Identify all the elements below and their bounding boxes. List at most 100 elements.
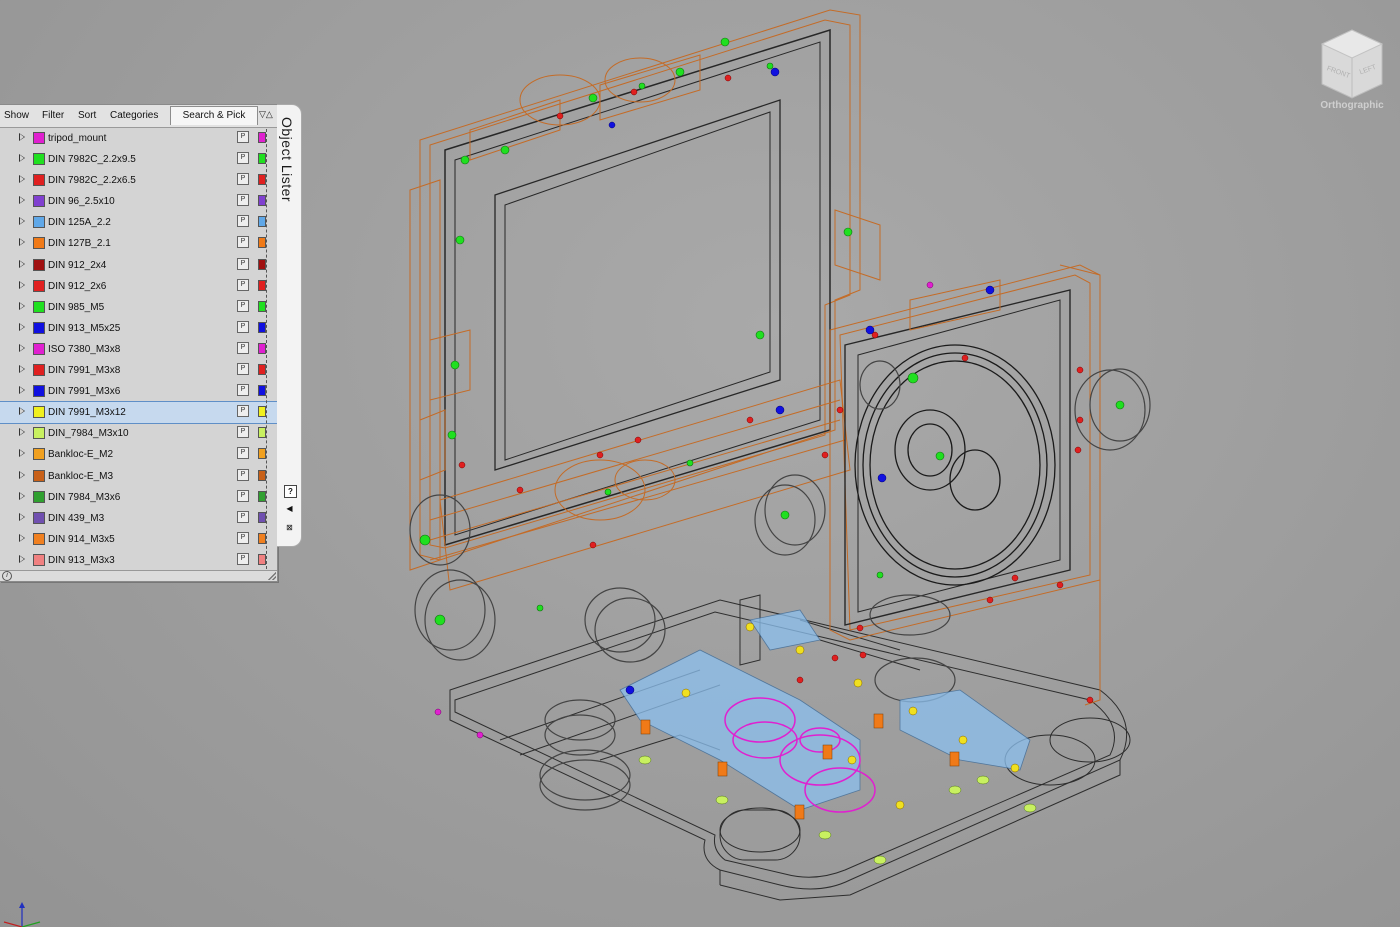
color-picker-box[interactable] — [258, 300, 266, 312]
categories-menu[interactable]: Categories — [110, 110, 158, 121]
list-item[interactable]: Bankloc-E_M3 P — [0, 466, 277, 487]
list-item[interactable]: DIN_7984_M3x10 P — [0, 423, 277, 444]
list-item[interactable]: DIN 912_2x4 P — [0, 255, 277, 276]
expand-triangle-icon[interactable] — [19, 238, 25, 247]
expand-triangle-icon[interactable] — [19, 259, 25, 268]
properties-button[interactable]: P — [237, 236, 249, 249]
list-item[interactable]: DIN 914_M3x5 P — [0, 529, 277, 550]
list-item[interactable]: DIN 127B_2.1 P — [0, 233, 277, 254]
expand-triangle-icon[interactable] — [19, 512, 25, 521]
properties-button[interactable]: P — [237, 173, 249, 186]
expand-triangle-icon[interactable] — [19, 449, 25, 458]
color-picker-box[interactable] — [258, 553, 266, 565]
properties-button[interactable]: P — [237, 447, 249, 460]
properties-button[interactable]: P — [237, 426, 249, 439]
list-item[interactable]: DIN 913_M3x3 P — [0, 550, 277, 571]
expand-triangle-icon[interactable] — [19, 554, 25, 563]
close-icon[interactable]: ⊠ — [284, 522, 295, 533]
filter-menu[interactable]: Filter — [42, 110, 64, 121]
color-picker-box[interactable] — [258, 427, 266, 439]
list-item[interactable]: tripod_mount P — [0, 128, 277, 149]
properties-button[interactable]: P — [237, 131, 249, 143]
info-icon[interactable]: i — [2, 571, 12, 581]
expand-triangle-icon[interactable] — [19, 175, 25, 184]
list-item[interactable]: DIN 913_M5x25 P — [0, 318, 277, 339]
properties-button[interactable]: P — [237, 194, 249, 207]
color-picker-box[interactable] — [258, 237, 266, 249]
expand-triangle-icon[interactable] — [19, 365, 25, 374]
color-picker-box[interactable] — [258, 511, 266, 523]
expand-collapse-arrows-icon[interactable]: ▽△ — [259, 109, 273, 120]
color-picker-box[interactable] — [258, 406, 266, 418]
color-picker-box[interactable] — [258, 532, 266, 544]
properties-button[interactable]: P — [237, 152, 249, 165]
properties-button[interactable]: P — [237, 405, 249, 418]
object-lister-tab[interactable]: Object Lister ? ◀ ⊠ — [277, 104, 302, 547]
list-item[interactable]: Bankloc-E_M2 P — [0, 444, 277, 465]
expand-triangle-icon[interactable] — [19, 301, 25, 310]
projection-mode-label[interactable]: Orthographic — [1316, 100, 1388, 111]
expand-triangle-icon[interactable] — [19, 533, 25, 542]
sort-menu[interactable]: Sort — [78, 110, 96, 121]
properties-button[interactable]: P — [237, 552, 249, 565]
list-item[interactable]: DIN 7991_M3x8 P — [0, 360, 277, 381]
color-picker-box[interactable] — [258, 258, 266, 270]
collapse-icon[interactable]: ◀ — [284, 503, 295, 514]
object-label: Bankloc-E_M2 — [48, 449, 114, 461]
list-item[interactable]: DIN 125A_2.2 P — [0, 212, 277, 233]
color-picker-box[interactable] — [258, 342, 266, 354]
color-picker-box[interactable] — [258, 279, 266, 291]
search-pick-tab[interactable]: Search & Pick — [170, 106, 258, 125]
expand-triangle-icon[interactable] — [19, 407, 25, 416]
object-label: DIN 913_M5x25 — [48, 322, 121, 334]
list-item[interactable]: DIN 7982C_2.2x6.5 P — [0, 170, 277, 191]
properties-button[interactable]: P — [237, 489, 249, 502]
properties-button[interactable]: P — [237, 299, 249, 312]
expand-triangle-icon[interactable] — [19, 491, 25, 500]
color-picker-box[interactable] — [258, 132, 266, 143]
show-menu[interactable]: Show — [4, 110, 29, 121]
expand-triangle-icon[interactable] — [19, 428, 25, 437]
expand-triangle-icon[interactable] — [19, 133, 25, 141]
color-picker-box[interactable] — [258, 469, 266, 481]
color-picker-box[interactable] — [258, 216, 266, 228]
expand-triangle-icon[interactable] — [19, 280, 25, 289]
expand-triangle-icon[interactable] — [19, 386, 25, 395]
expand-triangle-icon[interactable] — [19, 470, 25, 479]
properties-button[interactable]: P — [237, 384, 249, 397]
color-picker-box[interactable] — [258, 364, 266, 376]
properties-button[interactable]: P — [237, 531, 249, 544]
color-picker-box[interactable] — [258, 153, 266, 165]
help-icon[interactable]: ? — [284, 485, 297, 498]
tilt-brackets — [619, 609, 1031, 811]
color-picker-box[interactable] — [258, 385, 266, 397]
list-item[interactable]: DIN 7991_M3x12 P — [0, 401, 278, 425]
list-item[interactable]: DIN 912_2x6 P — [0, 276, 277, 297]
color-picker-box[interactable] — [258, 174, 266, 186]
properties-button[interactable]: P — [237, 257, 249, 270]
color-picker-box[interactable] — [258, 195, 266, 207]
list-item[interactable]: DIN 96_2.5x10 P — [0, 191, 277, 212]
color-picker-box[interactable] — [258, 321, 266, 333]
expand-triangle-icon[interactable] — [19, 217, 25, 226]
list-item[interactable]: DIN 985_M5 P — [0, 297, 277, 318]
expand-triangle-icon[interactable] — [19, 322, 25, 331]
list-item[interactable]: DIN 7982C_2.2x9.5 P — [0, 149, 277, 170]
list-item[interactable]: DIN 7991_M3x6 P — [0, 381, 277, 402]
list-item[interactable]: ISO 7380_M3x8 P — [0, 339, 277, 360]
properties-button[interactable]: P — [237, 215, 249, 228]
expand-triangle-icon[interactable] — [19, 196, 25, 205]
list-item[interactable]: DIN 7984_M3x6 P — [0, 487, 277, 508]
properties-button[interactable]: P — [237, 363, 249, 376]
properties-button[interactable]: P — [237, 278, 249, 291]
expand-triangle-icon[interactable] — [19, 343, 25, 352]
properties-button[interactable]: P — [237, 320, 249, 333]
resize-grip-icon[interactable] — [268, 572, 276, 580]
properties-button[interactable]: P — [237, 510, 249, 523]
color-picker-box[interactable] — [258, 490, 266, 502]
color-picker-box[interactable] — [258, 448, 266, 460]
expand-triangle-icon[interactable] — [19, 154, 25, 163]
properties-button[interactable]: P — [237, 468, 249, 481]
properties-button[interactable]: P — [237, 341, 249, 354]
list-item[interactable]: DIN 439_M3 P — [0, 508, 277, 529]
